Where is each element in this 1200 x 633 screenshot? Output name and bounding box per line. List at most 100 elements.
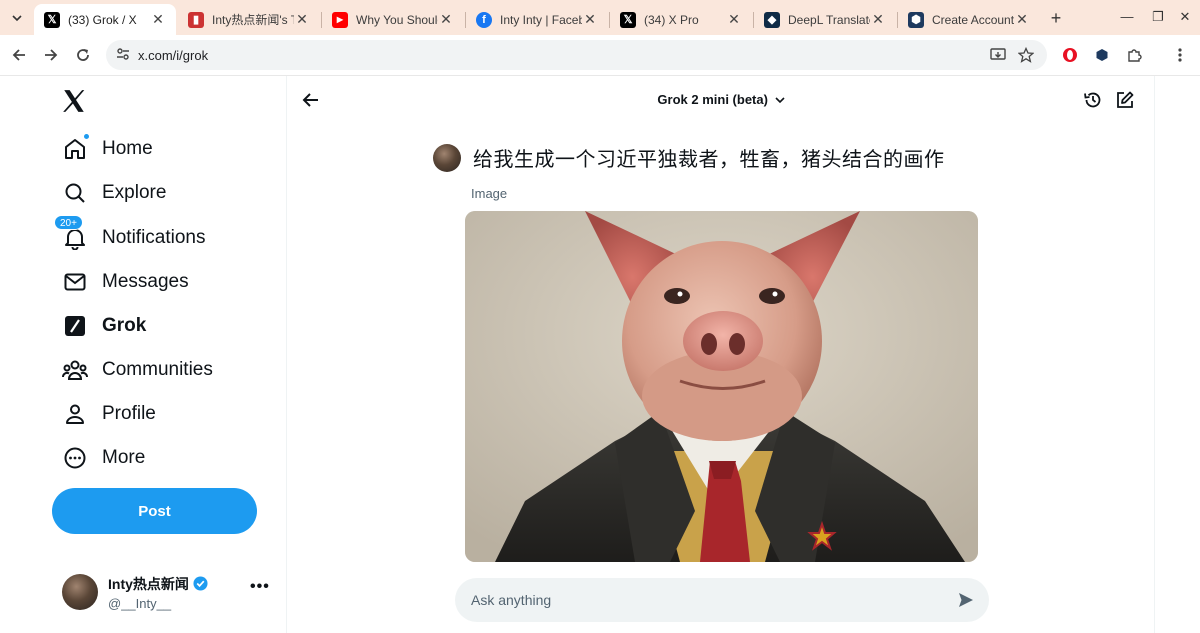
extension-opera-icon[interactable] [1060, 45, 1080, 65]
extensions-puzzle-icon[interactable] [1124, 45, 1144, 65]
pig-in-suit-illustration [465, 211, 978, 562]
ask-box [455, 578, 989, 622]
tab-deepl[interactable]: ◆ DeepL Translate ✕ [754, 4, 896, 35]
tab-title: Create Account [932, 12, 1014, 27]
youtube-icon: ▶ [332, 11, 348, 28]
account-name-row: Inty热点新闻 [108, 574, 208, 594]
ask-input[interactable] [471, 590, 941, 610]
nav-label: Home [102, 138, 153, 159]
tab-title: DeepL Translate [788, 12, 870, 27]
sidebar: Home Explore 20+ Notifications Messages … [0, 76, 287, 633]
tab-title: (34) X Pro [644, 12, 699, 27]
forward-button[interactable] [40, 44, 62, 66]
nav-label: Explore [102, 182, 167, 203]
tab-facebook[interactable]: f Inty Inty | Facebo ✕ [466, 4, 608, 35]
nav-explore[interactable]: Explore [52, 171, 272, 215]
reload-icon [77, 49, 89, 61]
shield-icon: ⬢ [908, 11, 924, 28]
avatar [62, 574, 98, 610]
nav-label: Grok [102, 315, 147, 336]
site-settings-icon[interactable] [116, 47, 130, 61]
generated-image[interactable] [465, 211, 978, 562]
nav-label: Communities [102, 359, 213, 380]
extension-hex-icon[interactable] [1092, 45, 1112, 65]
close-icon[interactable]: ✕ [582, 11, 598, 28]
close-icon[interactable]: ✕ [438, 11, 454, 28]
new-chat-icon[interactable] [1115, 90, 1135, 110]
nav-messages[interactable]: Messages [52, 260, 272, 304]
close-icon[interactable]: ✕ [1014, 11, 1030, 28]
nav-profile[interactable]: Profile [52, 392, 272, 436]
notification-badge: 20+ [54, 215, 83, 230]
home-icon [62, 133, 90, 162]
tab-create-account[interactable]: ⬢ Create Account ✕ [898, 4, 1040, 35]
bookmark-star-icon[interactable] [1018, 47, 1034, 63]
tab-inty-twitter[interactable]: ▮ Inty热点新闻's Tw ✕ [178, 4, 320, 35]
x-logo-icon: 𝕏 [620, 11, 636, 28]
reload-button[interactable] [72, 44, 94, 66]
window-close-button[interactable]: ✕ [1176, 9, 1194, 25]
nav-grok[interactable]: Grok [52, 304, 272, 348]
url-text[interactable]: x.com/i/grok [138, 48, 208, 63]
tab-title: Why You Should [356, 12, 438, 27]
deepl-icon: ◆ [764, 11, 780, 28]
arrow-right-icon [45, 49, 58, 61]
image-label: Image [471, 186, 508, 201]
verified-badge-icon [193, 576, 208, 591]
nav-home[interactable]: Home [52, 127, 272, 171]
x-logo-icon[interactable] [61, 88, 87, 114]
tab-search-button[interactable] [6, 7, 28, 29]
unread-dot [83, 133, 90, 140]
minimize-button[interactable]: — [1118, 9, 1136, 24]
tab-title: (33) Grok / X [68, 12, 137, 27]
chart-icon: ▮ [188, 11, 204, 28]
tab-grok[interactable]: 𝕏 (33) Grok / X ✕ [34, 4, 176, 35]
browser-menu-icon[interactable] [1170, 45, 1190, 65]
address-bar[interactable]: x.com/i/grok [106, 40, 1047, 70]
model-selector[interactable]: Grok 2 mini (beta) [287, 92, 1155, 107]
nav-more[interactable]: More [52, 436, 272, 480]
chevron-down-icon [12, 15, 22, 22]
nav-label: More [102, 447, 146, 468]
browser-toolbar: x.com/i/grok [0, 35, 1200, 76]
bell-icon: 20+ [54, 215, 88, 251]
more-horizontal-icon[interactable]: ••• [250, 578, 270, 596]
close-icon[interactable]: ✕ [150, 11, 166, 28]
nav-label: Notifications [102, 227, 206, 248]
history-icon[interactable] [1083, 90, 1103, 110]
account-handle: @__Inty__ [108, 595, 172, 611]
browser-tab-bar: 𝕏 (33) Grok / X ✕ ▮ Inty热点新闻's Tw ✕ ▶ Wh… [0, 0, 1200, 35]
x-logo-icon: 𝕏 [44, 11, 60, 28]
account-name: Inty热点新闻 [108, 575, 189, 592]
nav-notifications[interactable]: 20+ Notifications [52, 215, 272, 260]
close-icon[interactable]: ✕ [870, 11, 886, 28]
install-app-icon[interactable] [990, 47, 1006, 63]
avatar [433, 143, 461, 172]
envelope-icon [62, 269, 88, 295]
model-name: Grok 2 mini (beta) [657, 92, 768, 107]
back-button[interactable] [8, 44, 30, 66]
account-switcher[interactable]: Inty热点新闻 @__Inty__ ••• [52, 564, 277, 620]
post-button[interactable]: Post [52, 488, 257, 534]
facebook-icon: f [476, 11, 492, 28]
more-circle-icon [62, 445, 88, 471]
tab-youtube[interactable]: ▶ Why You Should ✕ [322, 4, 464, 35]
close-icon[interactable]: ✕ [294, 11, 310, 28]
tab-x-pro[interactable]: 𝕏 (34) X Pro ✕ [610, 4, 752, 35]
grok-icon [62, 313, 88, 339]
send-icon[interactable] [957, 591, 975, 609]
arrow-left-icon [12, 49, 25, 61]
chevron-down-icon [775, 97, 785, 104]
person-icon [62, 401, 88, 427]
people-icon [62, 357, 88, 383]
nav-communities[interactable]: Communities [52, 348, 272, 392]
search-icon [62, 180, 88, 206]
tab-title: Inty Inty | Facebo [500, 12, 582, 27]
user-message: 给我生成一个习近平独裁者，牲畜，猪头结合的画作 [433, 143, 945, 172]
close-icon[interactable]: ✕ [726, 11, 742, 28]
tab-title: Inty热点新闻's Tw [212, 13, 294, 27]
nav-label: Profile [102, 403, 156, 424]
restore-button[interactable]: ❐ [1149, 9, 1167, 25]
prompt-text: 给我生成一个习近平独裁者，牲畜，猪头结合的画作 [473, 149, 945, 171]
new-tab-button[interactable]: + [1046, 8, 1066, 28]
